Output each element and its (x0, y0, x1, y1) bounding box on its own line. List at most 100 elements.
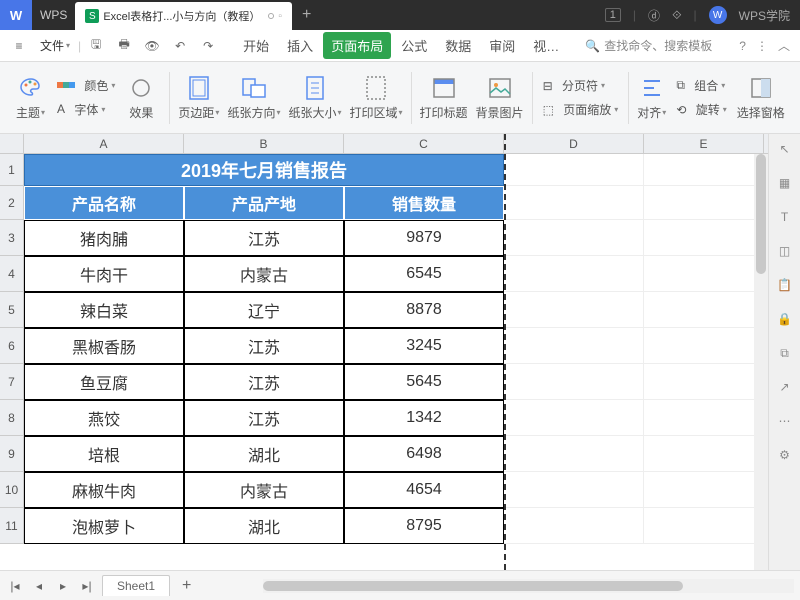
cell[interactable]: 培根 (24, 436, 184, 472)
tab-3[interactable]: 公式 (393, 32, 435, 59)
cell[interactable]: 猪肉脯 (24, 220, 184, 256)
sheet-prev-icon[interactable]: ◂ (30, 579, 48, 593)
cell[interactable] (504, 292, 644, 328)
sync-icon[interactable]: ⟐ (672, 8, 681, 23)
cell[interactable]: 湖北 (184, 508, 344, 544)
cell[interactable] (504, 436, 644, 472)
cell[interactable] (644, 364, 764, 400)
zoom-button[interactable]: ⬚ 页面缩放▾ (543, 99, 619, 121)
font-button[interactable]: A 字体▾ (57, 98, 115, 120)
cell[interactable]: 产品名称 (24, 186, 184, 220)
cell[interactable]: 牛肉干 (24, 256, 184, 292)
file-menu[interactable]: 文件▾ (34, 37, 76, 54)
cell[interactable] (504, 154, 644, 186)
row-header[interactable]: 1 (0, 154, 24, 186)
cell[interactable]: 5645 (344, 364, 504, 400)
academy-link[interactable]: WPS学院 (739, 7, 790, 24)
cell[interactable] (504, 508, 644, 544)
vertical-scrollbar[interactable] (754, 154, 768, 570)
group-button[interactable]: ⧉ 组合▾ (676, 75, 726, 97)
print-icon[interactable]: 🖶 (111, 33, 137, 59)
cursor-icon[interactable]: ↖ (776, 140, 794, 158)
size-button[interactable]: 纸张大小▾ (284, 74, 345, 121)
cell[interactable]: 燕饺 (24, 400, 184, 436)
cell[interactable]: 3245 (344, 328, 504, 364)
cell[interactable]: 江苏 (184, 328, 344, 364)
cell[interactable]: 泡椒萝卜 (24, 508, 184, 544)
cell[interactable] (644, 154, 764, 186)
cell[interactable]: 江苏 (184, 400, 344, 436)
undo-icon[interactable]: ↶ (167, 33, 193, 59)
cell[interactable]: 6498 (344, 436, 504, 472)
cell[interactable] (644, 256, 764, 292)
grid[interactable]: ABCDE 12019年七月销售报告2产品名称产品产地销售数量3猪肉脯江苏987… (0, 134, 768, 570)
margin-button[interactable]: 页边距▾ (174, 74, 223, 121)
share-icon[interactable]: ↗ (776, 378, 794, 396)
preview-icon[interactable]: 👁 (139, 33, 165, 59)
table-icon[interactable]: ▦ (776, 174, 794, 192)
row-header[interactable]: 5 (0, 292, 24, 328)
cell[interactable]: 辽宁 (184, 292, 344, 328)
settings-icon[interactable]: ⚙ (776, 446, 794, 464)
col-header-B[interactable]: B (184, 134, 344, 153)
cell[interactable] (644, 292, 764, 328)
tab-6[interactable]: 视… (525, 32, 567, 59)
row-header[interactable]: 10 (0, 472, 24, 508)
horizontal-scrollbar[interactable] (263, 579, 794, 593)
tab-5[interactable]: 审阅 (481, 32, 523, 59)
redo-icon[interactable]: ↷ (195, 33, 221, 59)
menu-icon[interactable]: ≡ (6, 33, 32, 59)
print-area-button[interactable]: 打印区域▾ (346, 74, 407, 121)
select-all-corner[interactable] (0, 134, 24, 153)
row-header[interactable]: 11 (0, 508, 24, 544)
cell[interactable] (504, 400, 644, 436)
theme-button[interactable]: 主题▾ (12, 74, 49, 121)
cell[interactable] (644, 400, 764, 436)
col-header-C[interactable]: C (344, 134, 504, 153)
row-header[interactable]: 9 (0, 436, 24, 472)
cell[interactable]: 1342 (344, 400, 504, 436)
cell[interactable]: 2019年七月销售报告 (24, 154, 504, 186)
rotate-button[interactable]: ⟲ 旋转▾ (676, 99, 726, 121)
cell[interactable]: 产品产地 (184, 186, 344, 220)
badge-number[interactable]: 1 (605, 8, 621, 22)
cell[interactable]: 6545 (344, 256, 504, 292)
add-sheet-button[interactable]: + (176, 577, 197, 595)
text-icon[interactable]: T (776, 208, 794, 226)
row-header[interactable]: 7 (0, 364, 24, 400)
print-titles-button[interactable]: 打印标题 (416, 74, 472, 121)
cell[interactable]: 江苏 (184, 364, 344, 400)
cell[interactable] (644, 186, 764, 220)
app-logo[interactable]: W (0, 0, 32, 30)
tab-menu-icon[interactable]: ▫ (278, 11, 282, 22)
cell[interactable]: 4654 (344, 472, 504, 508)
cell[interactable]: 销售数量 (344, 186, 504, 220)
cell[interactable] (504, 472, 644, 508)
layers-icon[interactable]: ◫ (776, 242, 794, 260)
orientation-button[interactable]: 纸张方向▾ (223, 74, 284, 121)
document-tab[interactable]: S Excel表格打...小与方向（教程） ▫ (75, 2, 292, 30)
col-header-D[interactable]: D (504, 134, 644, 153)
bg-image-button[interactable]: 背景图片 (472, 74, 528, 121)
row-header[interactable]: 8 (0, 400, 24, 436)
cell[interactable] (644, 472, 764, 508)
more-side-icon[interactable]: ⋯ (776, 412, 794, 430)
cell[interactable] (644, 220, 764, 256)
cell[interactable] (504, 328, 644, 364)
cell[interactable] (504, 256, 644, 292)
breaks-button[interactable]: ⊟ 分页符▾ (543, 75, 619, 97)
home-label[interactable]: WPS (32, 8, 75, 22)
sheet-next-icon[interactable]: ▸ (54, 579, 72, 593)
tab-1[interactable]: 插入 (279, 32, 321, 59)
sheet-last-icon[interactable]: ▸| (78, 579, 96, 593)
cell[interactable]: 江苏 (184, 220, 344, 256)
sheet-tab[interactable]: Sheet1 (102, 575, 170, 596)
row-header[interactable]: 3 (0, 220, 24, 256)
cell[interactable]: 湖北 (184, 436, 344, 472)
cell[interactable]: 9879 (344, 220, 504, 256)
tab-4[interactable]: 数据 (437, 32, 479, 59)
col-header-E[interactable]: E (644, 134, 764, 153)
cell[interactable] (644, 508, 764, 544)
collapse-ribbon-icon[interactable]: ︿ (778, 37, 790, 54)
align-button[interactable]: 对齐▾ (633, 74, 670, 121)
